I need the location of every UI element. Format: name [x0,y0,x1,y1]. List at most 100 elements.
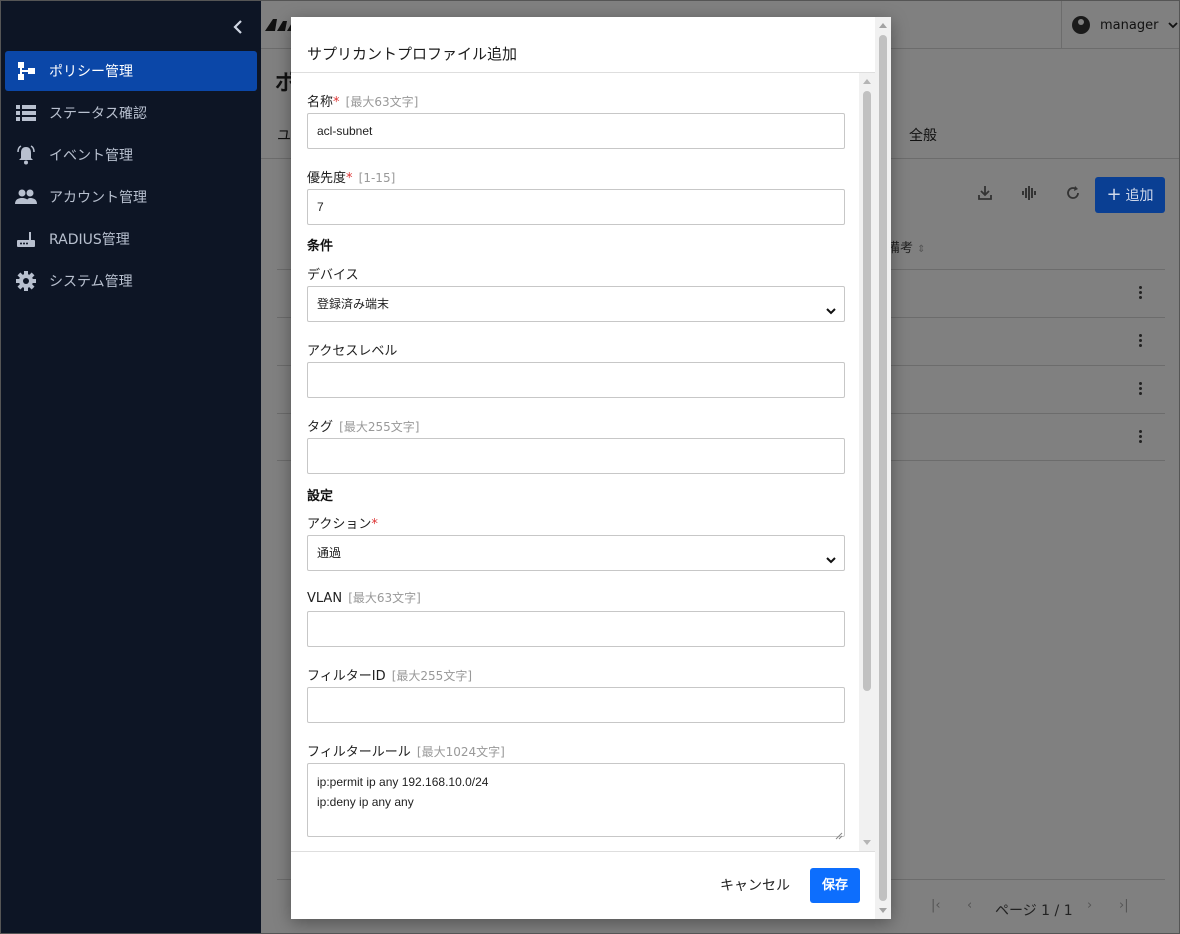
scroll-down-icon[interactable] [863,840,871,845]
label-text: タグ [307,420,334,435]
required-mark: * [371,517,378,532]
more-vert-icon[interactable] [1139,382,1143,396]
chevron-down-icon [826,297,836,315]
column-header-remark[interactable]: 備考 ⇕ [887,237,926,256]
filter-id-input[interactable] [307,687,845,723]
priority-label: 優先度* [1-15] [307,167,395,186]
chevron-down-icon [1168,19,1179,32]
sidebar-item-label: ステータス確認 [49,106,147,122]
sidebar-item-events[interactable]: イベント管理 [5,135,257,175]
sidebar-item-system[interactable]: システム管理 [5,261,257,301]
download-icon[interactable] [975,185,995,205]
sidebar-item-label: イベント管理 [49,148,133,164]
refresh-icon[interactable] [1063,185,1083,205]
label-hint: [1-15] [358,171,396,185]
scroll-up-icon[interactable] [879,23,887,28]
user-menu[interactable]: manager [1061,1,1179,49]
device-select-value: 登録済み端末 [317,297,390,311]
scroll-down-icon[interactable] [879,908,887,913]
sidebar-item-label: RADIUS管理 [49,232,130,248]
chevron-down-icon [826,546,836,564]
vlan-input[interactable] [307,611,845,647]
user-avatar-icon [1072,16,1090,34]
next-page-icon[interactable]: › [1087,898,1092,913]
label-hint: [最大1024文字] [416,745,505,759]
gear-icon [14,271,38,291]
scrollbar-thumb[interactable] [879,35,887,901]
tab-first[interactable]: ユ [277,125,291,145]
list-icon [14,103,38,123]
divider [291,72,875,73]
access-level-input[interactable] [307,362,845,398]
label-text: アクション [307,517,372,532]
sidebar: ポリシー管理 ステータス確認 イベント管理 アカウント管理 RADIUS管理 シ… [1,1,261,933]
filter-id-label: フィルターID [最大255文字] [307,665,472,684]
tag-input[interactable] [307,438,845,474]
dialog-scrollbar[interactable] [875,17,891,919]
label-text: フィルタールール [307,745,411,760]
people-icon [14,187,38,207]
sidebar-item-accounts[interactable]: アカウント管理 [5,177,257,217]
add-button[interactable]: + 追加 [1095,177,1165,213]
first-page-icon[interactable]: |‹ [931,898,941,913]
condition-section-title: 条件 [307,239,334,254]
label-hint: [最大63文字] [348,591,421,605]
divider [291,851,875,852]
policy-tree-icon [14,61,38,81]
name-input[interactable]: acl-subnet [307,113,845,149]
save-button[interactable]: 保存 [810,868,860,903]
filter-rule-textarea[interactable]: ip:permit ip any 192.168.10.0/24 ip:deny… [307,763,845,840]
tab-general[interactable]: 全般 [909,125,937,145]
more-vert-icon[interactable] [1139,430,1143,444]
filter-rule-label: フィルタールール [最大1024文字] [307,741,505,760]
sidebar-item-radius[interactable]: RADIUS管理 [5,219,257,259]
required-mark: * [346,171,353,186]
collapse-sidebar-icon[interactable] [229,17,247,39]
sort-icon: ⇕ [917,244,926,255]
device-label: デバイス [307,264,359,283]
dialog-title: サプリカントプロファイル追加 [307,45,518,63]
page-indicator: ページ 1 / 1 [995,903,1073,919]
scrollbar-thumb[interactable] [863,91,871,691]
user-name: manager [1100,17,1159,33]
action-select-value: 通過 [317,546,342,560]
label-hint: [最大255文字] [391,669,473,683]
label-hint: [最大255文字] [339,420,420,434]
action-label: アクション* [307,513,378,532]
sidebar-item-policy[interactable]: ポリシー管理 [5,51,257,91]
prev-page-icon[interactable]: ‹ [967,898,972,913]
sidebar-item-label: アカウント管理 [49,190,147,206]
settings-section-title: 設定 [307,489,334,504]
more-vert-icon[interactable] [1139,334,1143,348]
waveform-icon[interactable] [1019,185,1039,205]
bell-icon [14,145,38,165]
vlan-label: VLAN [最大63文字] [307,589,421,606]
priority-input[interactable]: 7 [307,189,845,225]
label-text: デバイス [307,268,359,283]
label-hint: [最大63文字] [345,95,419,109]
access-level-label: アクセスレベル [307,340,397,359]
action-select[interactable]: 通過 [307,535,845,571]
form-scrollbar[interactable] [859,73,875,851]
name-label: 名称* [最大63文字] [307,91,418,110]
label-text: 名称 [307,95,334,110]
sidebar-item-label: ポリシー管理 [49,64,133,80]
resize-grip-icon[interactable] [834,826,843,840]
sidebar-item-label: システム管理 [49,274,133,290]
label-text: VLAN [307,591,343,606]
add-button-label: 追加 [1125,188,1154,204]
router-icon [14,229,38,249]
sidebar-item-status[interactable]: ステータス確認 [5,93,257,133]
last-page-icon[interactable]: ›| [1119,898,1129,913]
filter-rule-line: ip:permit ip any 192.168.10.0/24 [317,775,489,789]
add-supplicant-profile-dialog: サプリカントプロファイル追加 名称* [最大63文字] acl-subnet 優… [291,17,891,919]
plus-icon: + [1106,184,1122,205]
tag-label: タグ [最大255文字] [307,416,419,435]
more-vert-icon[interactable] [1139,286,1143,300]
cancel-button[interactable]: キャンセル [711,869,799,903]
device-select[interactable]: 登録済み端末 [307,286,845,322]
label-text: 優先度 [307,171,347,186]
scroll-up-icon[interactable] [863,79,871,84]
label-text: アクセスレベル [307,344,398,359]
label-text: フィルターID [307,669,386,684]
